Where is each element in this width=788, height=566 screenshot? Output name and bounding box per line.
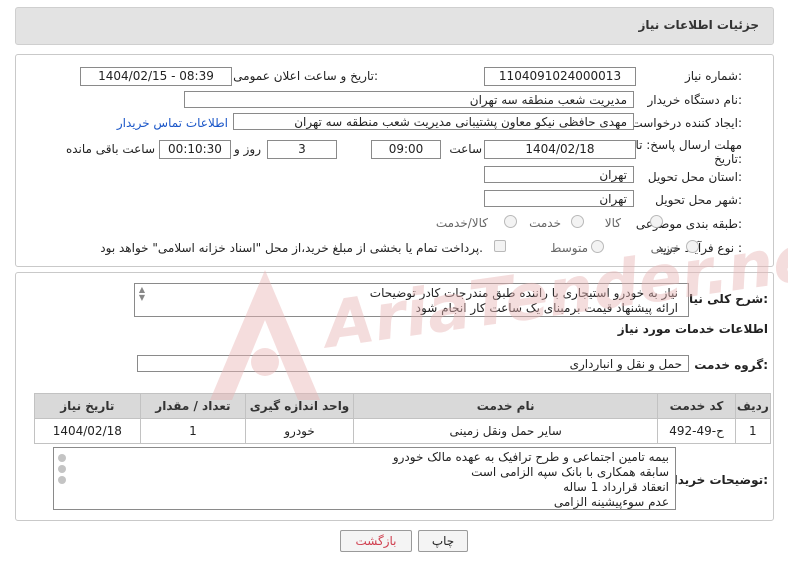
cell-service-name: سایر حمل ونقل زمینی <box>352 418 659 444</box>
process-option-medium: متوسط <box>550 241 588 255</box>
scroll-dot-icon <box>58 465 66 473</box>
print-button[interactable]: چاپ <box>418 530 468 552</box>
creator-field: مهدی حافظی نیکو معاون پشتیبانی مدیریت شع… <box>233 113 634 130</box>
service-group-field: حمل و نقل و انبارداری <box>137 355 689 372</box>
category-option-goods-service: کالا/خدمت <box>435 216 488 230</box>
process-option-minor: جزیی <box>650 241 678 255</box>
city-label: شهر محل تحویل: <box>655 193 742 207</box>
buyer-notes-label: توضیحات خریدار: <box>666 473 768 487</box>
announce-datetime-field: 1404/02/15 - 08:39 <box>80 67 232 86</box>
category-option-goods: کالا <box>604 216 621 230</box>
buyer-org-label: نام دستگاه خریدار: <box>647 93 743 107</box>
city-field: تهران <box>484 190 634 207</box>
services-section-title: اطلاعات خدمات مورد نیاز <box>617 322 768 336</box>
back-button[interactable]: بازگشت <box>340 530 412 552</box>
need-number-field: 1104091024000013 <box>484 67 636 86</box>
buyer-notes-scrollbar[interactable] <box>56 452 68 487</box>
process-radio-medium[interactable] <box>591 240 604 253</box>
announce-label: تاریخ و ساعت اعلان عمومی: <box>233 69 378 83</box>
deadline-label-line2: تاریخ: <box>714 152 742 166</box>
col-unit: واحد اندازه گیری <box>245 393 354 419</box>
remaining-time-label: ساعت باقی مانده <box>65 142 155 156</box>
category-radio-service[interactable] <box>571 215 584 228</box>
days-label: روز و <box>234 142 261 156</box>
service-group-label: گروه خدمت: <box>694 358 768 372</box>
cell-quantity: 1 <box>139 418 247 444</box>
buyer-org-field: مدیریت شعب منطقه سه تهران <box>184 91 634 108</box>
creator-label: ایجاد کننده درخواست: <box>631 116 742 130</box>
page-title: جزئیات اطلاعات نیاز <box>638 18 759 32</box>
category-radio-goods-service[interactable] <box>504 215 517 228</box>
deadline-time-label: ساعت <box>449 142 482 156</box>
cell-unit: خودرو <box>245 418 354 444</box>
process-radio-minor[interactable] <box>686 240 699 253</box>
deadline-time-field: 09:00 <box>371 140 441 159</box>
buyer-note-line-2: سابقه همکاری با بانک سپه الزامی است <box>471 465 669 479</box>
buyer-contact-link[interactable]: اطلاعات تماس خریدار <box>117 116 228 130</box>
table-row: 1 ح-49-492 سایر حمل ونقل زمینی خودرو 1 1… <box>34 418 772 444</box>
page-header: جزئیات اطلاعات نیاز <box>15 7 774 45</box>
deadline-date-field: 1404/02/18 <box>484 140 636 159</box>
buyer-note-line-4: عدم سوءپیشینه الزامی <box>553 495 669 509</box>
cell-need-date: 1404/02/18 <box>34 418 141 444</box>
col-need-date: تاریخ نیاز <box>34 393 141 419</box>
remaining-time-field: 00:10:30 <box>159 140 231 159</box>
need-number-label: شماره نیاز: <box>684 69 742 83</box>
buyer-notes-textarea[interactable]: بیمه تامین اجتماعی و طرح ترافیک به عهده … <box>53 447 676 510</box>
category-option-service: خدمت <box>529 216 561 230</box>
scroll-dot-icon <box>58 476 66 484</box>
cell-service-code: ح-49-492 <box>657 418 736 444</box>
col-service-name: نام خدمت <box>352 393 659 419</box>
buyer-note-line-1: بیمه تامین اجتماعی و طرح ترافیک به عهده … <box>392 450 669 464</box>
scroll-dot-icon <box>58 454 66 462</box>
col-row-number: ردیف <box>734 393 772 419</box>
summary-line-2: ارائه پیشنهاد قیمت برمبنای یک ساعت کار ا… <box>415 301 678 315</box>
province-label: استان محل تحویل: <box>647 170 742 184</box>
days-remaining-field: 3 <box>267 140 337 159</box>
buyer-note-line-3: انعقاد قرارداد 1 ساله <box>563 480 669 494</box>
cell-row-number: 1 <box>734 418 772 444</box>
summary-line-1: نیاز به خودرو استیجاری با راننده طبق مند… <box>369 286 678 300</box>
services-table: ردیف کد خدمت نام خدمت واحد اندازه گیری ت… <box>34 393 772 444</box>
col-service-code: کد خدمت <box>657 393 736 419</box>
services-table-header: ردیف کد خدمت نام خدمت واحد اندازه گیری ت… <box>34 393 772 419</box>
category-radio-goods[interactable] <box>650 215 663 228</box>
col-quantity: تعداد / مقدار <box>139 393 247 419</box>
deadline-label-line1: مهلت ارسال پاسخ: تا <box>635 138 742 152</box>
summary-scroll-arrows[interactable]: ▲ ▼ <box>137 286 147 302</box>
treasury-payment-checkbox[interactable] <box>494 240 506 252</box>
summary-label: شرح کلی نیاز: <box>682 292 768 306</box>
province-field: تهران <box>484 166 634 183</box>
treasury-payment-note: پرداخت تمام یا بخشی از مبلغ خرید،از محل … <box>100 241 483 255</box>
summary-textarea[interactable]: نیاز به خودرو استیجاری با راننده طبق مند… <box>134 283 689 317</box>
